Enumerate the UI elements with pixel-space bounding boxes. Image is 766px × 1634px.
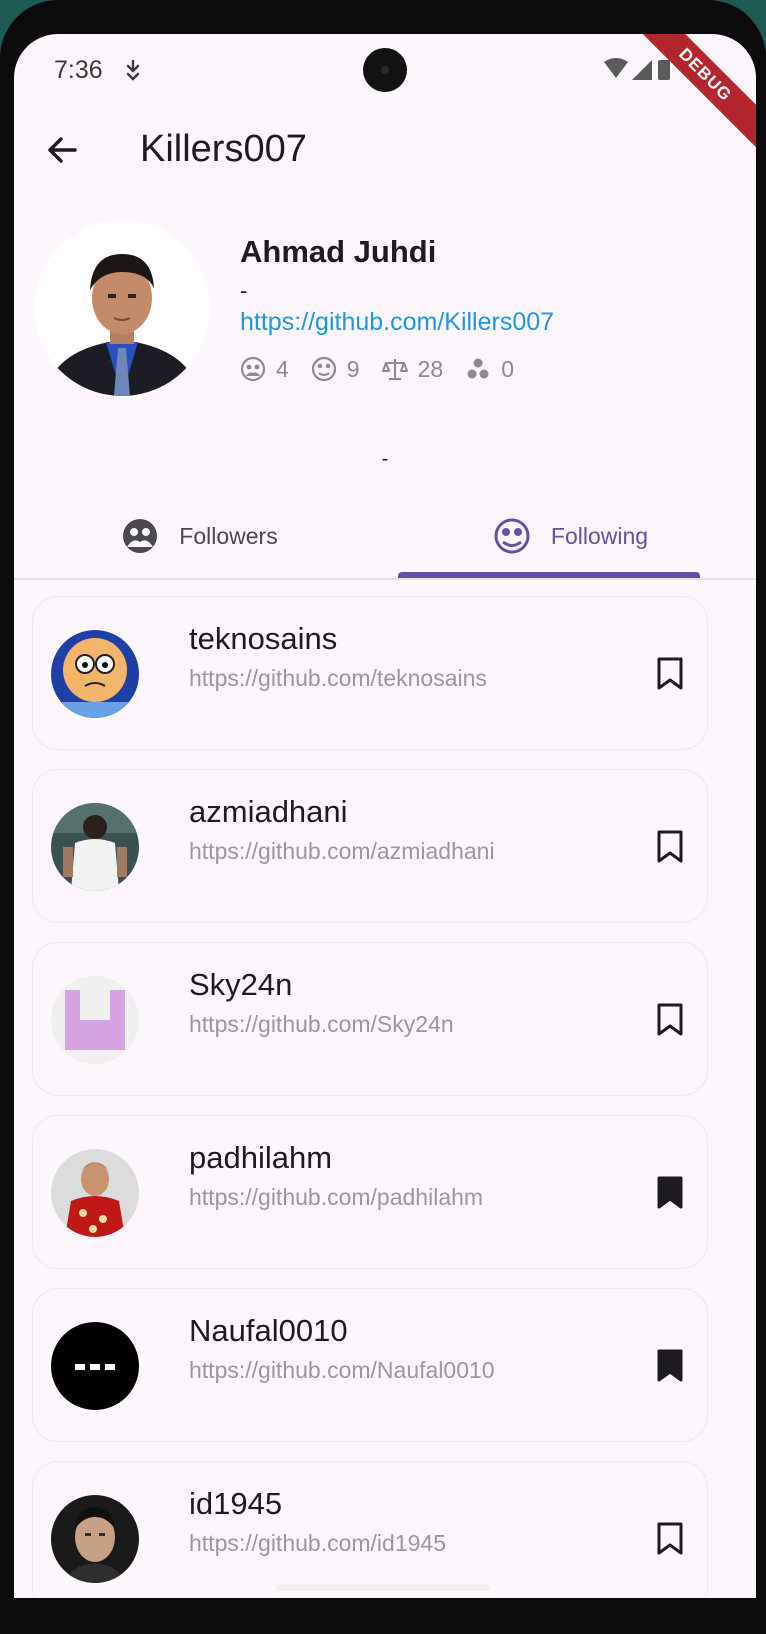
page-title: Killers007 (140, 128, 307, 170)
navigation-indicator-icon (126, 59, 140, 81)
user-card[interactable]: padhilahm https://github.com/padhilahm (32, 1115, 708, 1269)
user-card[interactable]: id1945 https://github.com/id1945 (32, 1461, 708, 1598)
following-icon (311, 356, 336, 382)
home-gesture-bar[interactable] (276, 1584, 490, 1591)
camera-cutout (363, 48, 407, 92)
status-time: 7:36 (54, 56, 103, 84)
following-tab-icon (494, 518, 530, 554)
followers-count: 4 (276, 355, 289, 382)
user-card[interactable]: Naufal0010 https://github.com/Naufal0010 (32, 1288, 708, 1442)
phone-frame: 7:36 DEBUG Killers007 Ahmad Juhdi - http… (0, 0, 766, 1634)
tab-following[interactable]: Following (385, 496, 756, 576)
user-url: https://github.com/id1945 (189, 1530, 446, 1556)
app-bar: Killers007 (14, 116, 756, 186)
battery-icon (658, 60, 670, 80)
user-name: azmiadhani (189, 794, 348, 829)
app-screen: 7:36 DEBUG Killers007 Ahmad Juhdi - http… (14, 34, 756, 1598)
following-count: 9 (346, 355, 360, 382)
bookmark-outline-icon[interactable] (655, 1522, 685, 1556)
user-avatar (51, 630, 139, 718)
workspaces-icon (467, 358, 489, 379)
user-url: https://github.com/padhilahm (189, 1184, 484, 1210)
bookmark-filled-icon[interactable] (655, 1349, 685, 1383)
bookmark-filled-icon[interactable] (655, 1176, 685, 1210)
user-name: Naufal0010 (189, 1313, 348, 1348)
profile-header: Ahmad Juhdi - https://github.com/Killers… (14, 220, 756, 470)
user-avatar (51, 803, 139, 891)
user-avatar (51, 976, 139, 1064)
repos-stat: 28 (381, 355, 444, 383)
user-card[interactable]: azmiadhani https://github.com/azmiadhani (32, 769, 708, 923)
status-bar: 7:36 DEBUG (14, 34, 756, 153)
tab-bar: Followers Following (14, 496, 756, 580)
back-arrow-icon[interactable] (42, 130, 82, 170)
cellular-signal-icon (632, 60, 652, 80)
gists-count: 0 (501, 355, 514, 382)
following-stat: 9 (311, 356, 360, 383)
gists-stat: 0 (465, 356, 514, 383)
profile-location: - (381, 448, 389, 470)
bookmark-outline-icon[interactable] (655, 657, 685, 691)
profile-bio: - (240, 278, 248, 303)
wifi-icon (604, 58, 628, 78)
tab-following-label: Following (550, 522, 649, 549)
user-url: https://github.com/Naufal0010 (189, 1357, 495, 1383)
user-url: https://github.com/Sky24n (189, 1011, 454, 1037)
user-card[interactable]: teknosains https://github.com/teknosains (32, 596, 708, 750)
user-name: Sky24n (189, 967, 293, 1002)
repos-count: 28 (417, 355, 444, 382)
tab-followers[interactable]: Followers (14, 496, 385, 576)
followers-stat: 4 (240, 356, 289, 383)
bookmark-outline-icon[interactable] (655, 1003, 685, 1037)
user-avatar (51, 1322, 139, 1410)
user-url: https://github.com/teknosains (189, 665, 487, 691)
active-tab-indicator (398, 572, 700, 578)
user-avatar (51, 1495, 139, 1583)
bookmark-outline-icon[interactable] (655, 830, 685, 864)
scale-balance-icon (381, 359, 408, 380)
user-name: teknosains (189, 621, 338, 656)
user-card[interactable]: Sky24n https://github.com/Sky24n (32, 942, 708, 1096)
profile-avatar (34, 220, 210, 396)
user-name: id1945 (189, 1486, 283, 1521)
profile-github-link[interactable]: https://github.com/Killers007 (240, 308, 554, 337)
profile-stats: 4 9 28 0 (240, 354, 536, 384)
user-name: padhilahm (189, 1140, 333, 1175)
followers-tab-icon (123, 519, 158, 553)
following-list: teknosains https://github.com/teknosains (32, 596, 708, 1598)
profile-name: Ahmad Juhdi (240, 234, 437, 269)
user-avatar (51, 1149, 139, 1237)
tab-followers-label: Followers (179, 522, 278, 549)
user-url: https://github.com/azmiadhani (189, 838, 495, 864)
followers-icon (240, 356, 266, 382)
